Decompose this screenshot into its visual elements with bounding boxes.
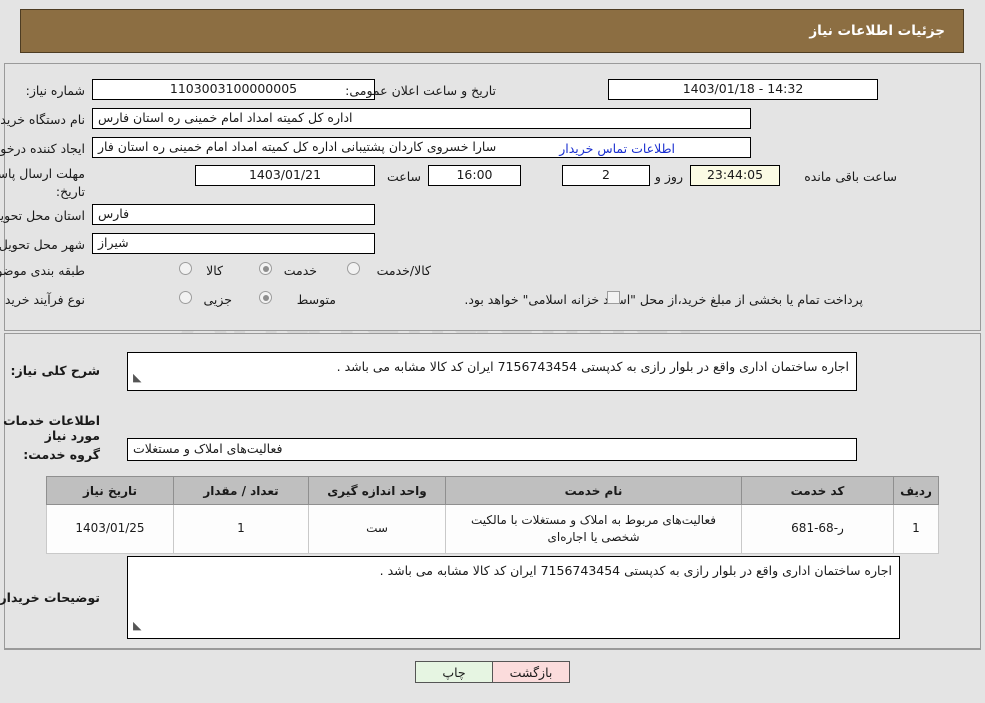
radio-process-medium[interactable] — [259, 291, 272, 304]
summary-resize-handle[interactable]: ◢ — [133, 371, 141, 384]
need-number-value[interactable]: 1103003100000005 — [92, 79, 375, 100]
category-label: طبقه بندی موضوعی: — [0, 263, 85, 278]
col-qty: تعداد / مقدار — [173, 476, 309, 505]
summary-label: شرح کلی نیاز: — [10, 363, 100, 378]
table-row[interactable]: 1 ر-68-681 فعالیت‌های مربوط به املاک و م… — [46, 504, 939, 554]
process-label: نوع فرآیند خرید : — [0, 292, 85, 307]
deadline-label-line2: تاریخ: — [55, 184, 85, 199]
buyer-org-label: نام دستگاه خریدار: — [0, 112, 85, 127]
radio-category-service[interactable] — [259, 262, 272, 275]
hour-label: ساعت — [386, 169, 421, 184]
need-number-label: شماره نیاز: — [25, 83, 85, 98]
countdown-label: ساعت باقی مانده — [804, 169, 897, 184]
buyer-notes-resize-handle[interactable]: ◢ — [133, 619, 141, 632]
radio-category-goods[interactable] — [179, 262, 192, 275]
province-value[interactable]: فارس — [92, 204, 375, 225]
countdown-timer: 23:44:05 — [690, 165, 780, 186]
page-root: AriaTender.net جزئیات اطلاعات نیاز شماره… — [0, 0, 985, 703]
radio-process-minor-label: جزیی — [203, 292, 232, 307]
treasury-bond-checkbox[interactable] — [607, 291, 620, 304]
city-value[interactable]: شیراز — [92, 233, 375, 254]
buyer-contact-link[interactable]: اطلاعات تماس خریدار — [559, 141, 675, 156]
table-header-row: ردیف کد خدمت نام خدمت واحد اندازه گیری ت… — [46, 476, 939, 505]
province-label: استان محل تحویل: — [0, 208, 85, 223]
page-title: جزئیات اطلاعات نیاز — [809, 23, 945, 39]
cell-name: فعالیت‌های مربوط به املاک و مستغلات با م… — [445, 504, 742, 554]
buyer-notes-textarea[interactable]: اجاره ساختمان اداری واقع در بلوار رازی ب… — [127, 556, 900, 639]
cell-row: 1 — [893, 504, 939, 554]
radio-category-goods-service-label: کالا/خدمت — [376, 263, 431, 278]
services-table: ردیف کد خدمت نام خدمت واحد اندازه گیری ت… — [46, 476, 939, 554]
treasury-bond-text: پرداخت تمام یا بخشی از مبلغ خرید،از محل … — [464, 292, 863, 307]
radio-category-goods-service[interactable] — [347, 262, 360, 275]
city-label: شهر محل تحویل: — [0, 237, 85, 252]
hour-value[interactable]: 16:00 — [428, 165, 521, 186]
col-row: ردیف — [893, 476, 939, 505]
radio-category-goods-label: کالا — [206, 263, 223, 278]
deadline-date-value[interactable]: 1403/01/21 — [195, 165, 375, 186]
cell-qty: 1 — [173, 504, 309, 554]
service-group-value[interactable]: فعالیت‌های املاک و مستغلات — [127, 438, 857, 461]
cell-unit: ست — [308, 504, 446, 554]
deadline-label-line1: مهلت ارسال پاسخ: تا — [0, 166, 85, 181]
cell-date: 1403/01/25 — [46, 504, 174, 554]
radio-process-medium-label: متوسط — [296, 292, 336, 307]
back-button[interactable]: بازگشت — [492, 661, 570, 683]
services-section-heading: اطلاعات خدمات مورد نیاز — [3, 413, 100, 443]
summary-textarea[interactable]: اجاره ساختمان اداری واقع در بلوار رازی ب… — [127, 352, 857, 391]
cell-code: ر-68-681 — [741, 504, 894, 554]
buyer-org-value[interactable]: اداره کل کمیته امداد امام خمینی ره استان… — [92, 108, 751, 129]
public-announce-value[interactable]: 14:32 - 1403/01/18 — [608, 79, 878, 100]
print-button[interactable]: چاپ — [415, 661, 493, 683]
col-name: نام خدمت — [445, 476, 742, 505]
radio-category-service-label: خدمت — [283, 263, 317, 278]
public-announce-label: تاریخ و ساعت اعلان عمومی: — [345, 83, 496, 98]
buyer-notes-label: توضیحات خریدار: — [0, 590, 100, 605]
need-info-panel — [4, 63, 981, 331]
days-label: روز و — [654, 169, 683, 184]
creator-label: ایجاد کننده درخواست: — [0, 141, 85, 156]
col-code: کد خدمت — [741, 476, 894, 505]
days-remaining-value[interactable]: 2 — [562, 165, 650, 186]
radio-process-minor[interactable] — [179, 291, 192, 304]
col-date: تاریخ نیاز — [46, 476, 174, 505]
service-group-label: گروه خدمت: — [23, 447, 100, 462]
header-banner: جزئیات اطلاعات نیاز — [20, 9, 964, 53]
col-unit: واحد اندازه گیری — [308, 476, 446, 505]
